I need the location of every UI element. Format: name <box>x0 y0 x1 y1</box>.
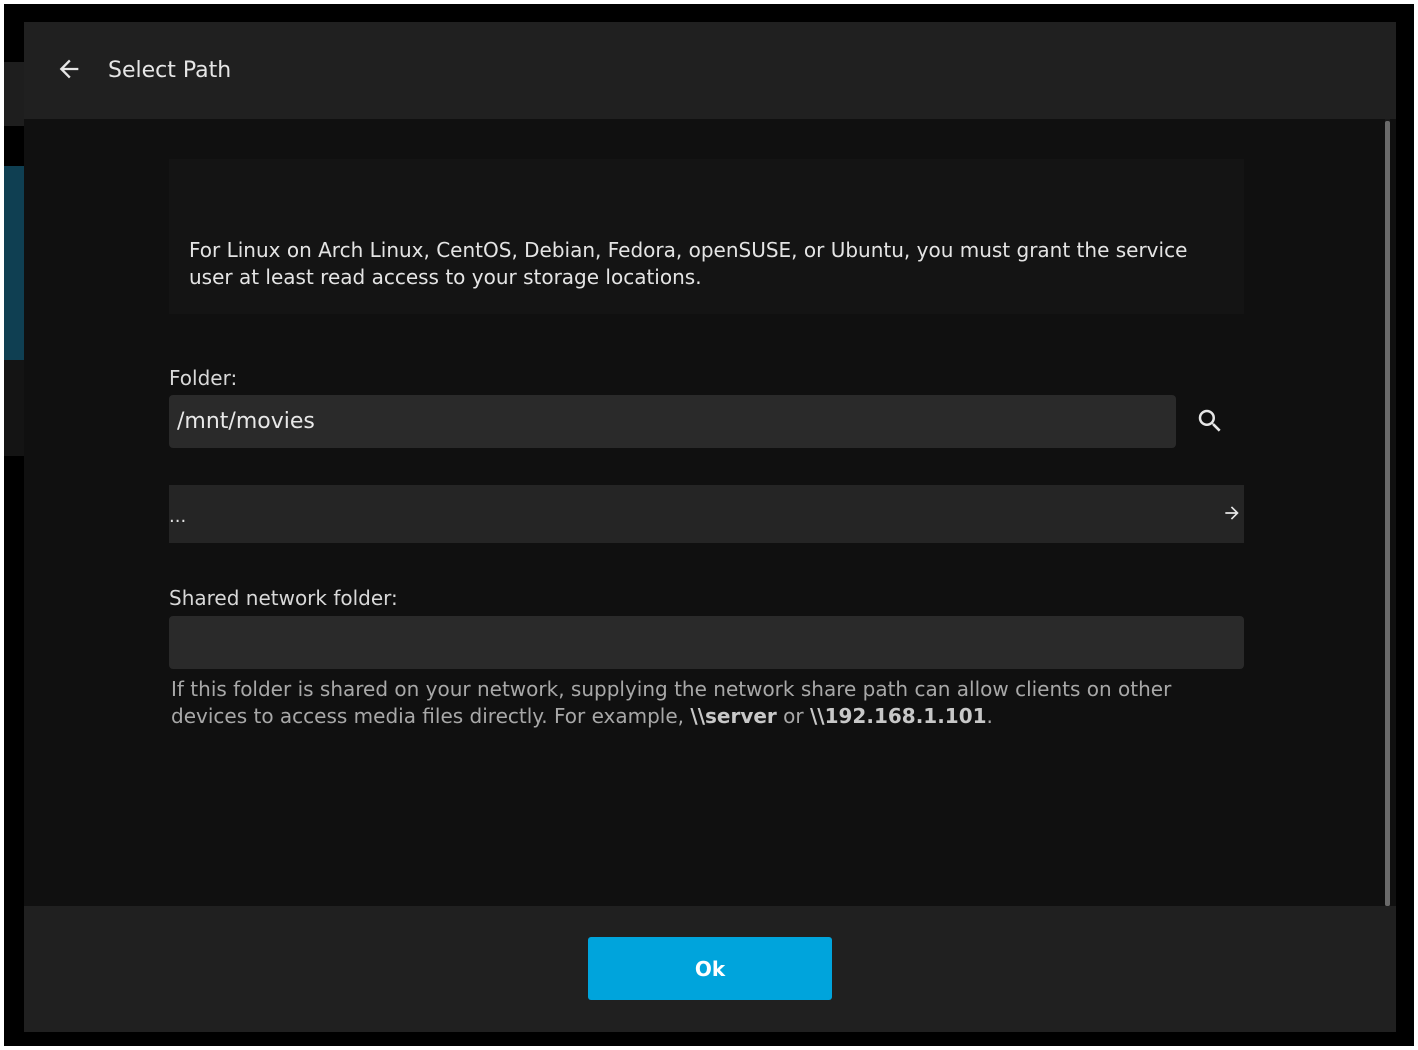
folder-input[interactable]: /mnt/movies <box>169 395 1176 448</box>
shared-network-folder-help: If this folder is shared on your network… <box>171 676 1241 730</box>
underlying-page-fragment <box>4 360 26 456</box>
folder-label: Folder: <box>169 366 238 390</box>
search-button[interactable] <box>1188 401 1232 441</box>
list-item-label: ... <box>169 506 187 527</box>
dialog-footer: Ok <box>24 906 1396 1032</box>
underlying-page-fragment <box>4 62 26 126</box>
back-button[interactable] <box>52 52 86 86</box>
underlying-page-fragment <box>4 166 26 360</box>
help-text: . <box>986 704 993 728</box>
dialog-header: Select Path <box>24 22 1396 119</box>
example-server: \\server <box>690 704 777 728</box>
info-text: For Linux on Arch Linux, CentOS, Debian,… <box>189 238 1188 289</box>
example-ip: \\192.168.1.101 <box>809 704 987 728</box>
dialog-title: Select Path <box>108 58 232 83</box>
shared-network-folder-input[interactable] <box>169 616 1244 669</box>
dialog-content: For Linux on Arch Linux, CentOS, Debian,… <box>24 119 1396 906</box>
help-text: If this folder is shared on your network… <box>171 677 1172 728</box>
shared-network-folder-label: Shared network folder: <box>169 586 398 610</box>
search-icon <box>1198 409 1221 432</box>
ok-button[interactable]: Ok <box>588 937 832 1000</box>
info-box: For Linux on Arch Linux, CentOS, Debian,… <box>169 159 1244 314</box>
help-text: or <box>776 704 810 728</box>
arrow-left-icon <box>59 59 79 79</box>
select-path-dialog: Select Path For Linux on Arch Linux, Cen… <box>24 22 1396 1032</box>
list-item[interactable]: ... <box>169 485 1244 543</box>
scrollbar-thumb[interactable] <box>1385 121 1390 906</box>
arrow-right-icon <box>1225 506 1239 520</box>
